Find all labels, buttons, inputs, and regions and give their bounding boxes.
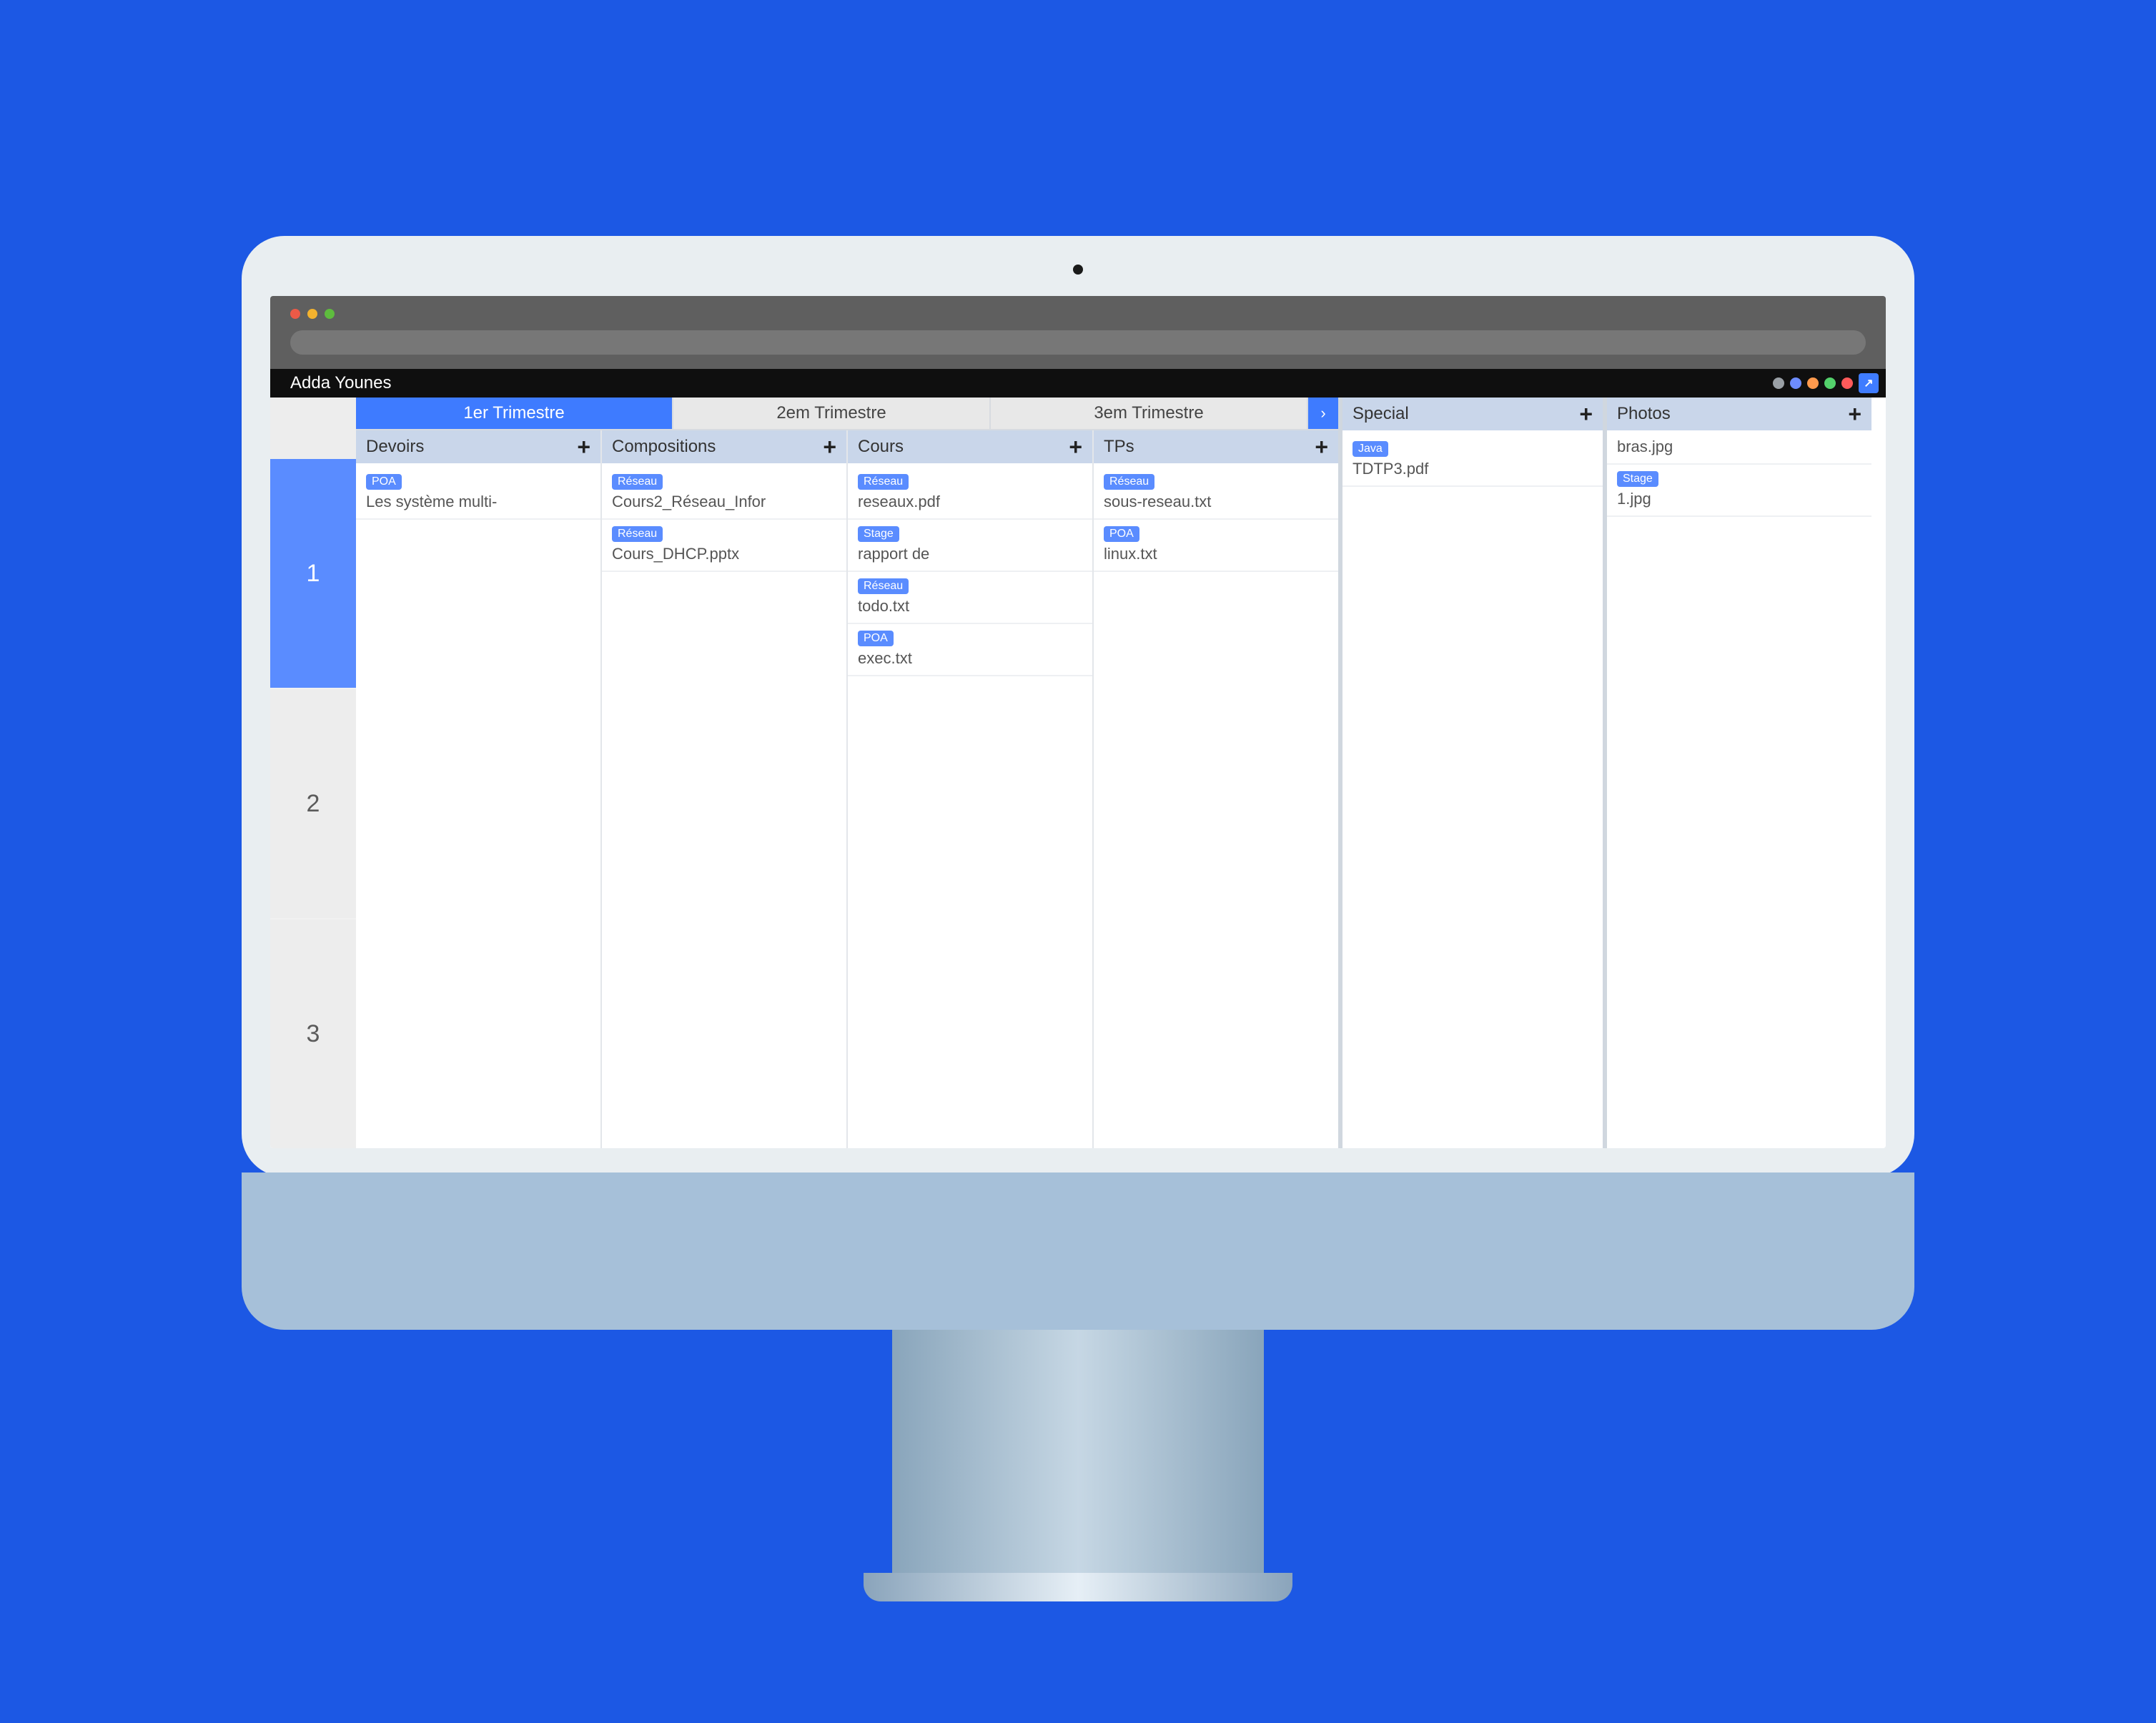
app-topbar: Adda Younes ↗ [270, 369, 1886, 398]
item-name: reseaux.pdf [858, 493, 940, 510]
item-list: POA Les système multi- [356, 463, 600, 524]
list-item[interactable]: Stage 1.jpg [1607, 465, 1871, 517]
tag-badge: Réseau [858, 474, 909, 490]
side-panes: Special + Java TDTP3.pdf Photos + bras.jpg Stag… [1342, 398, 1871, 1148]
topbar-actions: ↗ [1773, 373, 1879, 393]
list-item[interactable]: bras.jpg [1607, 435, 1871, 465]
list-item[interactable]: Réseau Cours2_Réseau_Infor [602, 468, 846, 520]
item-list: Java TDTP3.pdf [1342, 430, 1603, 491]
column-title: Compositions [612, 437, 716, 457]
tag-badge: Réseau [858, 578, 909, 594]
item-name: TDTP3.pdf [1353, 460, 1428, 478]
add-icon[interactable]: + [577, 435, 590, 458]
item-name: Les système multi- [366, 493, 497, 510]
item-name: 1.jpg [1617, 490, 1651, 508]
list-item[interactable]: Stage rapport de [848, 520, 1092, 572]
column: TPs + Réseau sous-reseau.txt POA linux.txt [1094, 430, 1338, 1148]
year-3[interactable]: 3 [270, 918, 356, 1148]
list-item[interactable]: POA linux.txt [1094, 520, 1338, 572]
list-item[interactable]: Réseau sous-reseau.txt [1094, 468, 1338, 520]
column-header: Photos + [1607, 398, 1871, 430]
year-rail: 1 2 3 [270, 398, 356, 1148]
tag-badge: Stage [858, 526, 899, 542]
window-controls [290, 309, 1866, 319]
add-icon[interactable]: + [1848, 403, 1861, 425]
status-dot-gray[interactable] [1773, 377, 1784, 389]
add-icon[interactable]: + [1315, 435, 1328, 458]
tabs-next-icon[interactable]: › [1308, 398, 1338, 429]
item-name: linux.txt [1104, 545, 1157, 563]
item-list: bras.jpg Stage 1.jpg [1607, 430, 1871, 521]
tag-badge: POA [366, 474, 402, 490]
list-item[interactable]: Java TDTP3.pdf [1342, 435, 1603, 487]
item-name: Cours_DHCP.pptx [612, 545, 739, 563]
tag-badge: Réseau [1104, 474, 1154, 490]
item-name: exec.txt [858, 649, 912, 667]
status-dot-red[interactable] [1841, 377, 1853, 389]
tag-badge: Réseau [612, 526, 663, 542]
share-icon[interactable]: ↗ [1859, 373, 1879, 393]
tag-badge: POA [858, 631, 894, 646]
list-item[interactable]: Réseau todo.txt [848, 572, 1092, 624]
tag-badge: Java [1353, 441, 1388, 457]
column: Compositions+RéseauCours2_Réseau_InforRé… [602, 430, 848, 1148]
item-list: Réseau Cours2_Réseau_Infor Réseau Cours_DHC… [602, 463, 846, 576]
column: Cours+Réseaureseaux.pdfStagerapport deRé… [848, 430, 1094, 1148]
add-icon[interactable]: + [823, 435, 836, 458]
tab-trimestre-2[interactable]: 2em Trimestre [673, 398, 991, 429]
list-item[interactable]: POA Les système multi- [356, 468, 600, 520]
item-list: Réseau sous-reseau.txt POA linux.txt [1094, 463, 1338, 576]
tab-trimestre-1[interactable]: 1er Trimestre [356, 398, 673, 429]
user-name: Adda Younes [290, 373, 391, 393]
tag-badge: Stage [1617, 471, 1658, 487]
list-item[interactable]: Réseau reseaux.pdf [848, 468, 1092, 520]
item-name: bras.jpg [1617, 438, 1673, 455]
tab-trimestre-3[interactable]: 3em Trimestre [991, 398, 1308, 429]
maximize-icon[interactable] [325, 309, 335, 319]
list-item[interactable]: POA exec.txt [848, 624, 1092, 676]
column-title: TPs [1104, 437, 1134, 457]
add-icon[interactable]: + [1579, 403, 1593, 425]
status-dot-orange[interactable] [1807, 377, 1819, 389]
rail-spacer [270, 398, 356, 459]
item-list: Réseau reseaux.pdf Stage rapport de Réseau to… [848, 463, 1092, 681]
browser-chrome [270, 296, 1886, 369]
year-1[interactable]: 1 [270, 459, 356, 688]
column-title: Cours [858, 437, 904, 457]
column-header: Devoirs + [356, 430, 600, 463]
column-header: Special + [1342, 398, 1603, 430]
app-body: 1 2 3 1er Trimestre 2em Trimestre 3em Tr… [270, 398, 1886, 1148]
minimize-icon[interactable] [307, 309, 317, 319]
monitor-mockup: Adda Younes ↗ 1 2 3 [242, 236, 1914, 1601]
column-header: Compositions + [602, 430, 846, 463]
add-icon[interactable]: + [1069, 435, 1082, 458]
trimester-tabs: 1er Trimestre 2em Trimestre 3em Trimestr… [356, 398, 1338, 430]
column: Devoirs + POA Les système multi- [356, 430, 602, 1148]
main-area: 1er Trimestre 2em Trimestre 3em Trimestr… [356, 398, 1886, 1148]
column-header: TPs + [1094, 430, 1338, 463]
camera-dot [1073, 265, 1083, 275]
tag-badge: POA [1104, 526, 1139, 542]
status-dot-green[interactable] [1824, 377, 1836, 389]
column-title: Special [1353, 404, 1409, 424]
close-icon[interactable] [290, 309, 300, 319]
side-pane: Special + Java TDTP3.pdf [1342, 398, 1607, 1148]
item-name: sous-reseau.txt [1104, 493, 1211, 510]
column-title: Devoirs [366, 437, 424, 457]
address-bar[interactable] [290, 330, 1866, 355]
item-name: rapport de [858, 545, 929, 563]
list-item[interactable]: Réseau Cours_DHCP.pptx [602, 520, 846, 572]
item-name: Cours2_Réseau_Infor [612, 493, 766, 510]
item-name: todo.txt [858, 597, 909, 615]
tag-badge: Réseau [612, 474, 663, 490]
columns: Devoirs + POA Les système multi- Composition… [356, 430, 1338, 1148]
trimester-block: 1er Trimestre 2em Trimestre 3em Trimestr… [356, 398, 1342, 1148]
column-header: Cours + [848, 430, 1092, 463]
column-title: Photos [1617, 404, 1671, 424]
status-dot-blue[interactable] [1790, 377, 1801, 389]
side-pane: Photos + bras.jpg Stage 1.jpg [1607, 398, 1871, 1148]
year-2[interactable]: 2 [270, 688, 356, 918]
